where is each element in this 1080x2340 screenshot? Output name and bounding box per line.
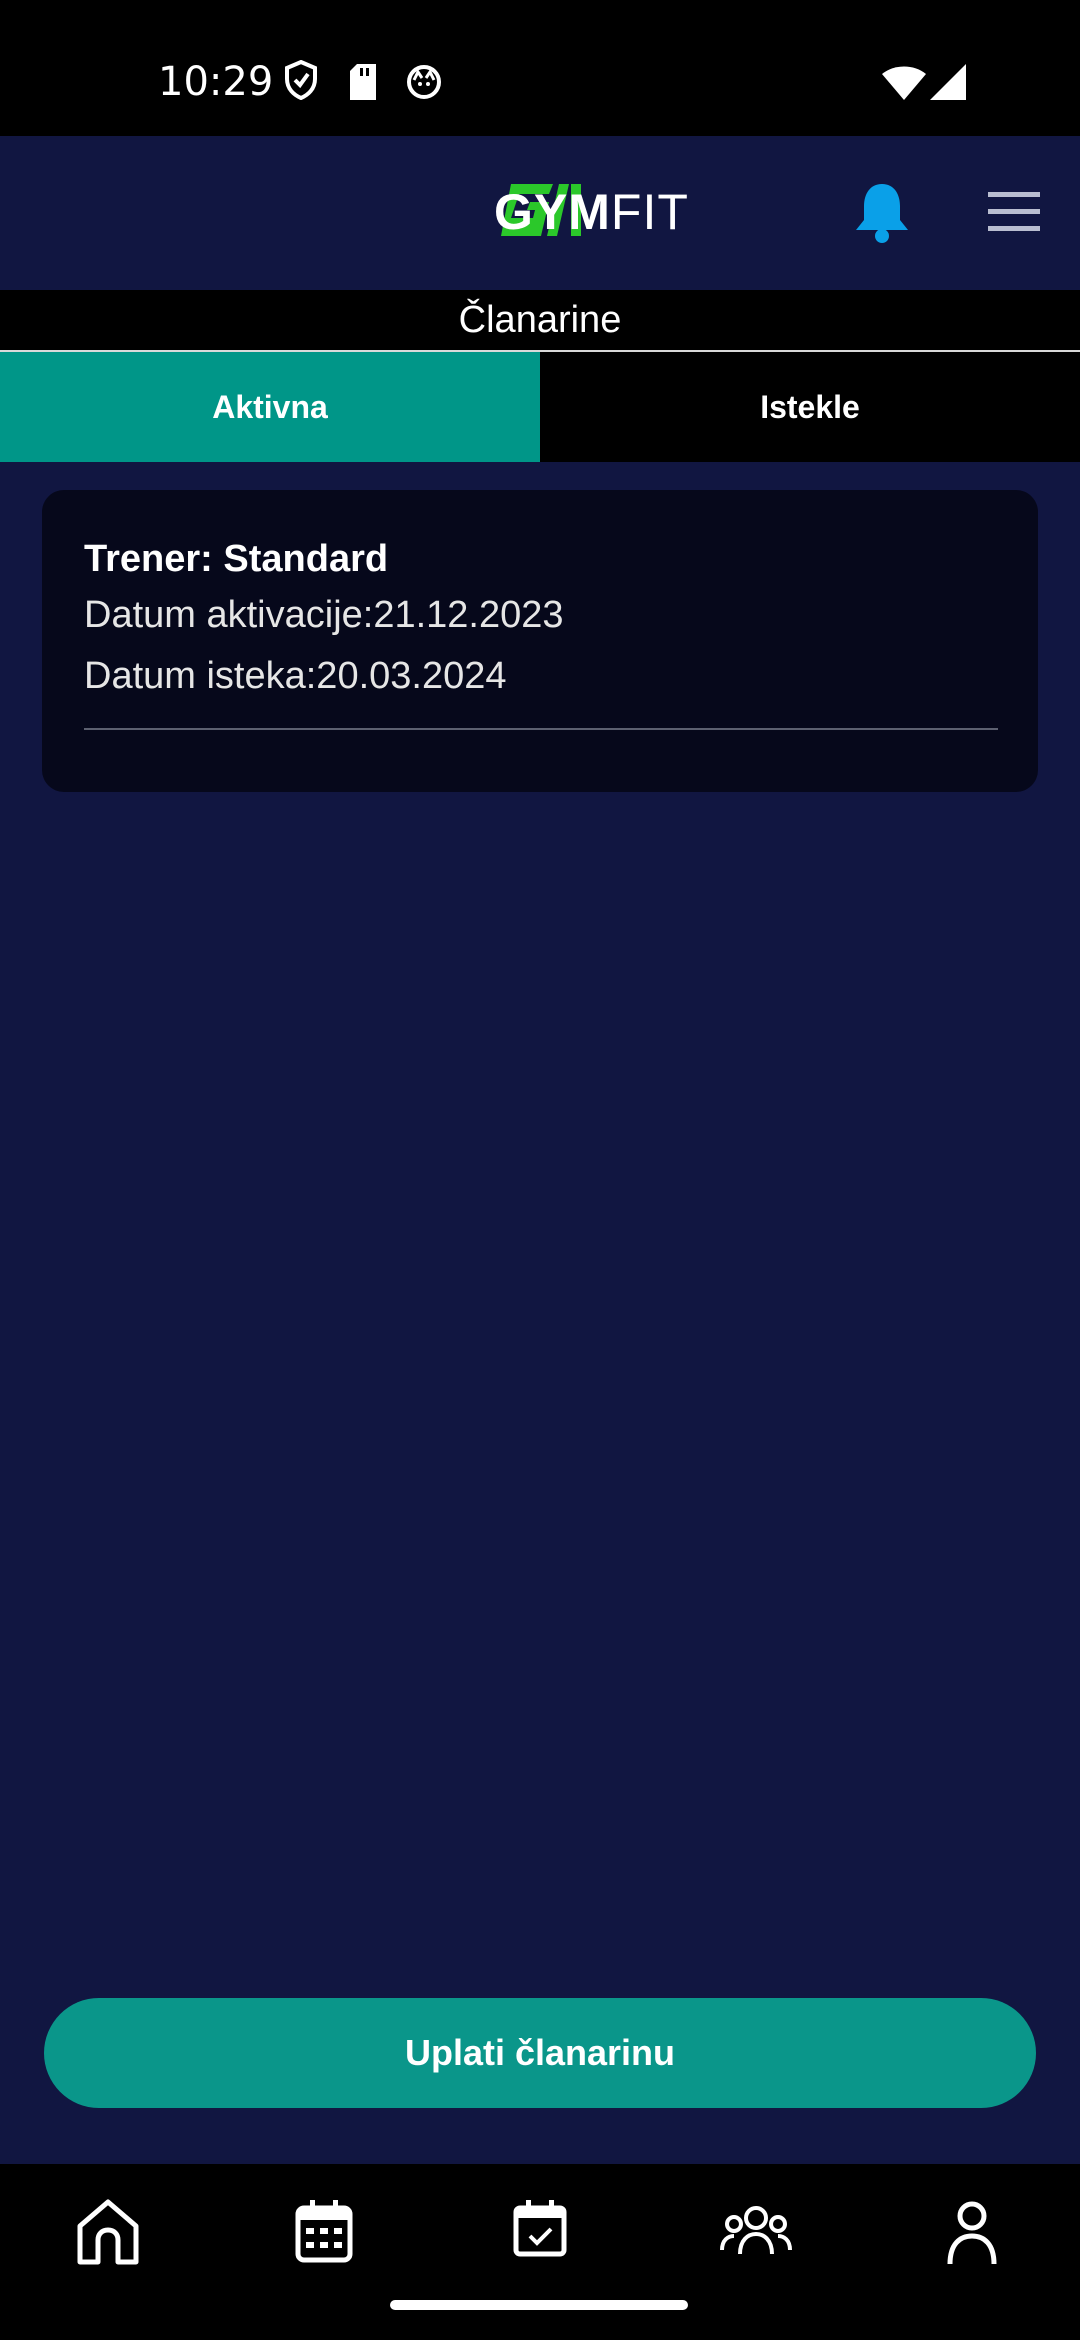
tab-bar: Aktivna Istekle (0, 352, 1080, 462)
shield-icon (285, 60, 317, 100)
tab-istekle[interactable]: Istekle (540, 352, 1080, 462)
activation-date: Datum aktivacije:21.12.2023 (84, 594, 564, 636)
home-indicator[interactable] (390, 2300, 688, 2310)
expiry-date: Datum isteka:20.03.2024 (84, 655, 507, 697)
card-divider (84, 728, 998, 730)
bell-icon[interactable] (852, 180, 912, 244)
bottom-navigation (0, 2164, 1080, 2340)
tab-aktivna[interactable]: Aktivna (0, 352, 540, 462)
status-bar: 10:29 (0, 0, 1080, 136)
membership-title: Trener: Standard (84, 538, 389, 580)
logo-text-gym: GYM (494, 184, 611, 240)
page-title: Članarine (458, 299, 622, 341)
hamburger-menu-icon[interactable] (986, 190, 1042, 234)
pay-membership-button[interactable]: Uplati članarinu (44, 1998, 1036, 2108)
profile-icon[interactable] (932, 2192, 1012, 2272)
logo-text: GYMFIT (494, 184, 689, 240)
calendar-check-icon[interactable] (500, 2192, 580, 2272)
status-time: 10:29 (158, 59, 274, 105)
logo-text-fit: FIT (610, 184, 689, 240)
calendar-grid-icon[interactable] (284, 2192, 364, 2272)
group-icon[interactable] (716, 2192, 796, 2272)
sd-card-icon (350, 64, 376, 100)
cellular-signal-icon (930, 64, 966, 100)
cat-face-icon (407, 65, 441, 99)
home-icon[interactable] (68, 2192, 148, 2272)
membership-card[interactable]: Trener: Standard Datum aktivacije:21.12.… (42, 490, 1038, 792)
page-title-bar: Članarine (0, 290, 1080, 352)
wifi-icon (882, 66, 926, 100)
